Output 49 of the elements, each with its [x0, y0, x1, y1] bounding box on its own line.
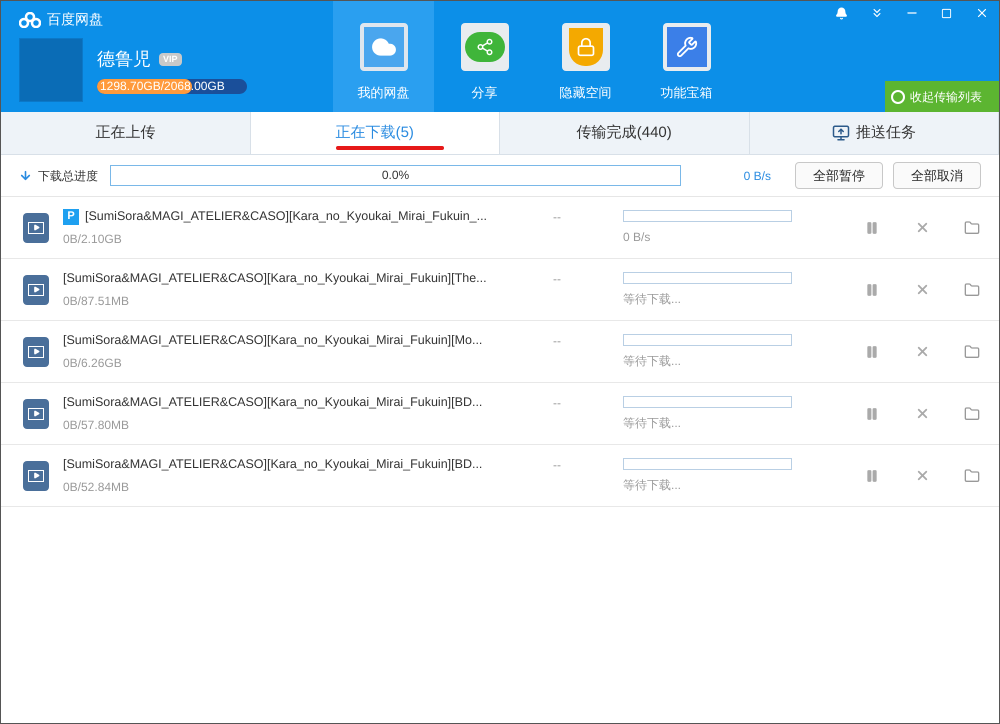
collapse-button[interactable]: 收起传输列表 [885, 81, 999, 112]
file-size: 0B/6.26GB [63, 354, 123, 372]
video-file-icon [23, 336, 49, 366]
video-file-icon [23, 212, 49, 242]
transfer-tab[interactable]: 推送任务 [750, 112, 999, 154]
wrench-icon [662, 23, 710, 71]
app-title: 百度网盘 [47, 10, 103, 29]
nav-tab[interactable]: 我的网盘 [333, 1, 434, 112]
avatar-placeholder [19, 38, 83, 102]
total-speed: 0 B/s [744, 168, 771, 184]
download-status: 等待下载... [623, 476, 682, 494]
time-left: -- [553, 458, 561, 472]
time-left: -- [553, 396, 561, 410]
video-file-icon [23, 460, 49, 490]
toolbar-button[interactable]: 全部取消 [893, 162, 981, 189]
share-icon [460, 23, 508, 71]
time-left: -- [553, 272, 561, 286]
time-left: -- [553, 334, 561, 348]
download-icon [19, 169, 32, 182]
download-status: 等待下载... [623, 290, 682, 308]
download-status: 0 B/s [623, 228, 652, 246]
push-icon [832, 124, 850, 142]
video-file-icon [23, 398, 49, 428]
download-status: 等待下载... [623, 414, 682, 432]
p-badge: P [63, 208, 79, 224]
file-name: [SumiSora&MAGI_ATELIER&CASO][Kara_no_Kyoukai_Mirai_Fukuin][Mo... [63, 332, 482, 350]
file-name: [SumiSora&MAGI_ATELIER&CASO][Kara_no_Kyoukai_Mirai_Fukuin_... [85, 208, 488, 226]
nav-tab[interactable]: 分享 [434, 1, 535, 112]
toolbar-button[interactable]: 全部暂停 [795, 162, 883, 189]
user-name: 德鲁児 [97, 48, 151, 71]
file-size: 0B/87.51MB [63, 292, 130, 310]
progress-label: 下载总进度 [38, 168, 99, 184]
file-size: 0B/2.10GB [63, 230, 123, 248]
download-status: 等待下载... [623, 352, 682, 370]
transfer-tab[interactable]: 传输完成(440) [500, 112, 750, 154]
lock-icon [562, 23, 610, 71]
file-size: 0B/52.84MB [63, 478, 130, 496]
time-left: -- [553, 210, 561, 224]
logo-icon [19, 12, 41, 28]
progress-percent: 0.0% [380, 167, 410, 184]
transfer-tab[interactable]: 正在下载(5) [250, 112, 500, 154]
nav-tab[interactable]: 功能宝箱 [636, 1, 737, 112]
video-file-icon [23, 274, 49, 304]
file-name: [SumiSora&MAGI_ATELIER&CASO][Kara_no_Kyoukai_Mirai_Fukuin][BD... [63, 456, 482, 474]
file-size: 0B/57.80MB [63, 416, 130, 434]
cloud-icon [360, 23, 408, 71]
file-name: [SumiSora&MAGI_ATELIER&CASO][Kara_no_Kyoukai_Mirai_Fukuin][The... [63, 270, 487, 288]
file-name: [SumiSora&MAGI_ATELIER&CASO][Kara_no_Kyoukai_Mirai_Fukuin][BD... [63, 394, 482, 412]
nav-tab[interactable]: 隐藏空间 [535, 1, 636, 112]
